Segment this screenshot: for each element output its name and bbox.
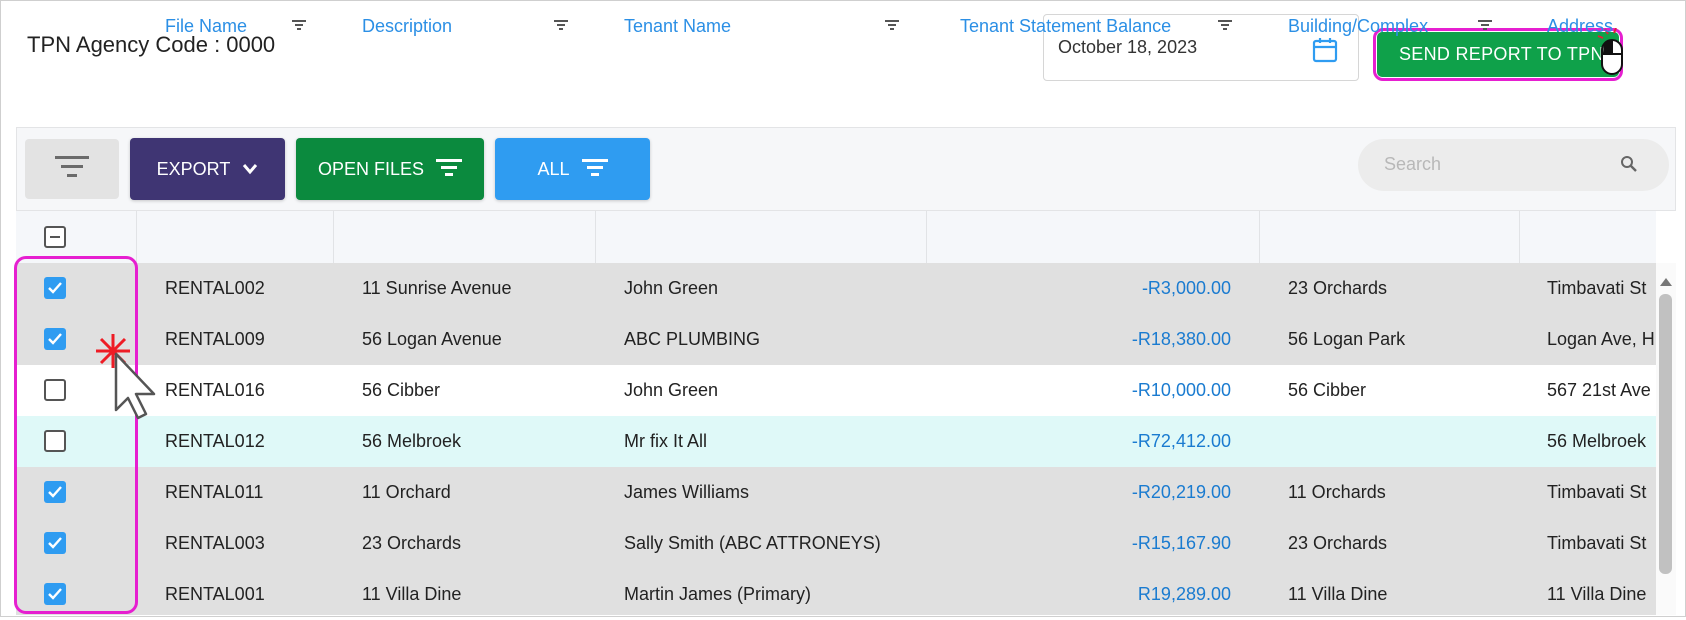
cell-tenant-name: James Williams xyxy=(624,482,750,502)
cell-balance: -R72,412.00 xyxy=(1131,431,1231,451)
cell-description: 11 Villa Dine xyxy=(362,584,462,604)
column-header-tenant-name[interactable]: Tenant Name xyxy=(624,0,731,52)
table-row[interactable]: RENTAL012 56 Melbroek Mr fix It All -R72… xyxy=(16,416,1656,467)
column-header-building-complex[interactable]: Building/Complex xyxy=(1288,0,1428,52)
cell-address: Timbavati St xyxy=(1547,482,1647,502)
cell-balance: R19,289.00 xyxy=(1137,584,1231,604)
select-all-checkbox[interactable] xyxy=(44,226,66,248)
filter-icon xyxy=(581,158,608,181)
column-divider xyxy=(1259,211,1260,263)
cell-building: 23 Orchards xyxy=(1288,533,1388,553)
column-header-file-name[interactable]: File Name xyxy=(165,0,247,52)
table-row[interactable]: RENTAL016 56 Cibber John Green -R10,000.… xyxy=(16,365,1656,416)
cell-description: 23 Orchards xyxy=(362,533,462,553)
cell-building xyxy=(1288,416,1518,467)
column-divider xyxy=(595,211,596,263)
cell-address: 11 Villa Dine xyxy=(1547,584,1647,604)
table-header xyxy=(16,211,1656,264)
cell-tenant-name: Martin James (Primary) xyxy=(624,584,812,604)
cell-building: 56 Logan Park xyxy=(1288,329,1406,349)
cell-balance: -R3,000.00 xyxy=(1141,278,1231,298)
column-header-label: Tenant Name xyxy=(624,15,732,36)
cell-balance: -R15,167.90 xyxy=(1131,533,1231,553)
column-header-tenant-statement-balance[interactable]: Tenant Statement Balance xyxy=(960,0,1171,52)
cell-balance: -R20,219.00 xyxy=(1131,482,1231,502)
cell-tenant-name: Mr fix It All xyxy=(624,431,708,451)
column-header-label: Building/Complex xyxy=(1288,15,1429,36)
scrollbar-thumb[interactable] xyxy=(1659,294,1672,574)
checkbox-column-highlight xyxy=(14,256,138,614)
column-divider xyxy=(333,211,334,263)
table-row[interactable]: RENTAL003 23 Orchards Sally Smith (ABC A… xyxy=(16,518,1656,569)
column-header-description[interactable]: Description xyxy=(362,0,452,52)
filter-lines-icon xyxy=(55,154,89,185)
cell-address: Timbavati St xyxy=(1547,533,1647,553)
search-input[interactable]: Search xyxy=(1358,139,1669,191)
open-files-button[interactable]: OPEN FILES xyxy=(296,138,484,200)
cell-description: 56 Melbroek xyxy=(362,431,462,451)
filter-icon xyxy=(436,158,463,181)
all-filter-button[interactable]: ALL xyxy=(495,138,650,200)
cell-building: 11 Villa Dine xyxy=(1288,584,1388,604)
cell-tenant-name: ABC PLUMBING xyxy=(624,329,761,349)
table-row[interactable]: RENTAL001 11 Villa Dine Martin James (Pr… xyxy=(16,569,1656,615)
export-label: EXPORT xyxy=(156,158,231,179)
search-icon[interactable] xyxy=(1620,155,1638,178)
scroll-up-arrow-icon[interactable] xyxy=(1659,274,1673,292)
column-header-label: Tenant Statement Balance xyxy=(960,15,1172,36)
cell-file-name: RENTAL009 xyxy=(165,329,265,349)
column-header-label: Address xyxy=(1547,15,1614,36)
cell-building: 56 Cibber xyxy=(1288,380,1367,400)
cell-file-name: RENTAL003 xyxy=(165,533,265,553)
cell-address: Timbavati St xyxy=(1547,278,1647,298)
open-files-label: OPEN FILES xyxy=(317,158,425,179)
column-divider xyxy=(136,211,137,263)
cell-balance: -R18,380.00 xyxy=(1131,329,1231,349)
cell-building: 23 Orchards xyxy=(1288,278,1388,298)
cell-tenant-name: Sally Smith (ABC ATTRONEYS) xyxy=(624,533,881,553)
cell-file-name: RENTAL012 xyxy=(165,431,265,451)
table-row[interactable]: RENTAL002 11 Sunrise Avenue John Green -… xyxy=(16,263,1656,314)
cell-balance: -R10,000.00 xyxy=(1131,380,1231,400)
cell-file-name: RENTAL001 xyxy=(165,584,265,604)
column-header-label: File Name xyxy=(165,15,248,36)
cell-description: 11 Sunrise Avenue xyxy=(362,278,512,298)
column-header-address[interactable]: Address xyxy=(1547,0,1613,52)
column-header-label: Description xyxy=(362,15,453,36)
cell-tenant-name: John Green xyxy=(624,380,719,400)
scrollbar-header-gap xyxy=(1656,211,1676,263)
cell-file-name: RENTAL016 xyxy=(165,380,265,400)
cell-description: 56 Logan Avenue xyxy=(362,329,502,349)
cell-address: 567 21st Ave xyxy=(1547,380,1651,400)
chevron-down-icon xyxy=(242,159,258,180)
cell-description: 11 Orchard xyxy=(362,482,451,502)
table-row[interactable]: RENTAL011 11 Orchard James Williams -R20… xyxy=(16,467,1656,518)
cell-file-name: RENTAL011 xyxy=(165,482,264,502)
all-label: ALL xyxy=(537,158,570,179)
search-placeholder: Search xyxy=(1384,154,1442,174)
filter-toggle-button[interactable] xyxy=(25,139,119,199)
export-button[interactable]: EXPORT xyxy=(130,138,285,200)
cell-address: Logan Ave, H xyxy=(1547,329,1655,349)
cell-description: 56 Cibber xyxy=(362,380,441,400)
cell-address: 56 Melbroek xyxy=(1547,431,1647,451)
cell-tenant-name: John Green xyxy=(624,278,719,298)
cell-file-name: RENTAL002 xyxy=(165,278,265,298)
table-row[interactable]: RENTAL009 56 Logan Avenue ABC PLUMBING -… xyxy=(16,314,1656,365)
cell-building: 11 Orchards xyxy=(1288,482,1386,502)
column-divider xyxy=(926,211,927,263)
click-cursor-icon xyxy=(92,330,162,425)
column-divider xyxy=(1519,211,1520,263)
